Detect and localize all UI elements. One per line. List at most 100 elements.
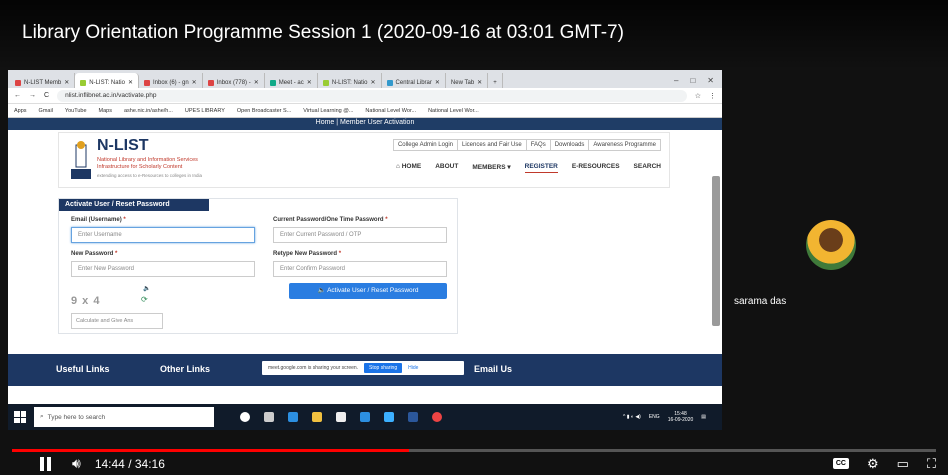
app-icon[interactable] xyxy=(384,412,394,422)
reload-icon[interactable]: C xyxy=(44,92,49,99)
video-player[interactable]: Library Orientation Programme Session 1 … xyxy=(0,0,948,475)
toplink[interactable]: FAQs xyxy=(525,139,551,151)
site-footer: Useful Links Other Links meet.google.com… xyxy=(8,354,722,386)
brand-name: N-LIST xyxy=(97,137,149,154)
nav-search[interactable]: SEARCH xyxy=(634,163,661,173)
other-links-heading: Other Links xyxy=(160,364,211,374)
shared-screen: N-LIST Memb ✕ N-LIST: Natio ✕ Inbox (6) … xyxy=(8,70,722,430)
windows-start-icon[interactable] xyxy=(14,411,26,423)
nav-members[interactable]: MEMBERS ▾ xyxy=(472,163,510,173)
browser-tab[interactable]: N-LIST: Natio ✕ xyxy=(318,73,382,88)
taskbar-search[interactable]: ⌕ Type here to search xyxy=(34,407,214,427)
web-page: Home | Member User Activation N-LIST Nat… xyxy=(8,118,722,386)
page-scrollbar[interactable] xyxy=(712,176,720,326)
new-tab-icon[interactable]: + xyxy=(488,73,503,88)
bookmark[interactable]: Open Broadcaster S... xyxy=(237,108,291,114)
toplink[interactable]: Downloads xyxy=(549,139,590,151)
captions-icon[interactable]: CC xyxy=(832,458,849,469)
hide-button[interactable]: Hide xyxy=(408,365,418,371)
browser-tab[interactable]: Meet - ac ✕ xyxy=(265,73,318,88)
language-indicator[interactable]: ENG xyxy=(649,414,660,420)
current-password-label: Current Password/One Time Password * xyxy=(273,217,388,223)
bookmark[interactable]: National Level Wor... xyxy=(365,108,416,114)
bookmark[interactable]: Apps xyxy=(14,108,27,114)
volume-icon[interactable]: 🔊︎ xyxy=(72,455,81,472)
windows-taskbar: ⌕ Type here to search ^ ▮ ◐ ◀) ENG 15:48 1… xyxy=(8,404,722,430)
bookmarks-bar: Apps Gmail YouTube Maps ashe.nic.in/ashe… xyxy=(8,104,722,118)
screen-share-bar: meet.google.com is sharing your screen. … xyxy=(262,361,464,375)
bookmark[interactable]: Virtual Learning @... xyxy=(303,108,353,114)
toplink[interactable]: College Admin Login xyxy=(392,139,458,151)
toplink[interactable]: Awareness Programme xyxy=(588,139,661,151)
bookmark[interactable]: Maps xyxy=(99,108,112,114)
menu-icon[interactable]: ⋮ xyxy=(709,92,716,100)
close-icon[interactable]: ✕ xyxy=(707,76,714,85)
pause-icon[interactable] xyxy=(40,456,54,471)
system-tray: ^ ▮ ◐ ◀) ENG 15:48 16-09-2020 ▤ xyxy=(623,411,706,423)
new-password-field[interactable]: Enter New Password xyxy=(71,261,255,277)
new-password-label: New Password * xyxy=(71,251,118,257)
toplink[interactable]: Licences and Fair Use xyxy=(457,139,527,151)
chrome-icon[interactable] xyxy=(432,412,442,422)
activation-form: Activate User / Reset Password Email (Us… xyxy=(58,198,458,334)
video-title: Library Orientation Programme Session 1 … xyxy=(22,22,624,43)
notification-icon[interactable]: ▤ xyxy=(701,414,706,420)
email-field[interactable]: Enter Username xyxy=(71,227,255,243)
captcha-answer-field[interactable]: Calculate and Give Ans xyxy=(71,313,163,329)
nav-e-resources[interactable]: E-RESOURCES xyxy=(572,163,620,173)
browser-tabbar: N-LIST Memb ✕ N-LIST: Natio ✕ Inbox (6) … xyxy=(8,70,722,88)
browser-tab[interactable]: Inbox (778) - ✕ xyxy=(203,73,265,88)
player-controls: 🔊︎ 14:44 / 34:16 CC ⚙ ▭ ⛶ xyxy=(0,452,948,475)
nav-register[interactable]: REGISTER xyxy=(524,163,558,173)
address-bar: ← → C nlist.inflibnet.ac.in/vactivate.ph… xyxy=(8,88,722,104)
refresh-icon[interactable]: ⟳ xyxy=(141,295,148,304)
edge-icon[interactable] xyxy=(288,412,298,422)
bookmark[interactable]: Gmail xyxy=(39,108,53,114)
file-explorer-icon[interactable] xyxy=(312,412,322,422)
share-status-text: meet.google.com is sharing your screen. xyxy=(268,365,359,371)
browser-tab[interactable]: Inbox (6) - gn ✕ xyxy=(139,73,203,88)
cortana-icon[interactable] xyxy=(240,412,250,422)
bookmark[interactable]: ashe.nic.in/ashe/h... xyxy=(124,108,173,114)
star-icon[interactable]: ☆ xyxy=(695,92,701,100)
top-links: College Admin Login Licences and Fair Us… xyxy=(392,139,661,151)
bookmark[interactable]: YouTube xyxy=(65,108,87,114)
back-icon[interactable]: ← xyxy=(14,92,21,99)
audio-captcha-icon[interactable]: 🔈 xyxy=(143,285,150,292)
current-password-field[interactable]: Enter Current Password / OTP xyxy=(273,227,447,243)
mail-icon[interactable] xyxy=(360,412,370,422)
retype-password-label: Retype New Password * xyxy=(273,251,342,257)
word-icon[interactable] xyxy=(408,412,418,422)
forward-icon[interactable]: → xyxy=(29,92,36,99)
bookmark[interactable]: National Level Wor... xyxy=(428,108,479,114)
minimize-icon[interactable]: – xyxy=(674,76,678,85)
breadcrumb: Home | Member User Activation xyxy=(8,118,722,130)
captcha-question: 9 x 4 xyxy=(71,295,101,307)
browser-tab[interactable]: New Tab ✕ xyxy=(446,73,489,88)
maximize-icon[interactable]: □ xyxy=(690,76,695,85)
browser-tab[interactable]: N-LIST: Natio ✕ xyxy=(75,73,139,88)
email-us-heading: Email Us xyxy=(474,364,513,374)
browser-tab[interactable]: Central Librar ✕ xyxy=(382,73,446,88)
participant-name: sarama das xyxy=(734,296,787,307)
taskbar-apps xyxy=(240,412,442,422)
url-field[interactable]: nlist.inflibnet.ac.in/vactivate.php xyxy=(57,89,687,102)
site-header: N-LIST National Library and Information … xyxy=(58,132,670,188)
tray-icons[interactable]: ^ ▮ ◐ ◀) xyxy=(623,414,641,420)
nav-home[interactable]: ⌂ HOME xyxy=(396,163,421,173)
store-icon[interactable] xyxy=(336,412,346,422)
activate-button[interactable]: 🔈 Activate User / Reset Password xyxy=(289,283,447,299)
useful-links-heading: Useful Links xyxy=(56,364,110,374)
nav-about[interactable]: ABOUT xyxy=(435,163,458,173)
browser-tab[interactable]: N-LIST Memb ✕ xyxy=(10,73,76,88)
task-view-icon[interactable] xyxy=(264,412,274,422)
stop-sharing-button[interactable]: Stop sharing xyxy=(364,363,403,373)
form-heading: Activate User / Reset Password xyxy=(59,199,209,211)
gear-icon[interactable]: ⚙ xyxy=(867,456,879,472)
search-icon: ⌕ xyxy=(40,413,44,420)
miniplayer-icon[interactable]: ▭ xyxy=(897,456,909,472)
bookmark[interactable]: UPES LIBRARY xyxy=(185,108,225,114)
taskbar-clock[interactable]: 15:48 16-09-2020 xyxy=(668,411,694,423)
retype-password-field[interactable]: Enter Confirm Password xyxy=(273,261,447,277)
exit-fullscreen-icon[interactable]: ⛶ xyxy=(927,456,936,472)
